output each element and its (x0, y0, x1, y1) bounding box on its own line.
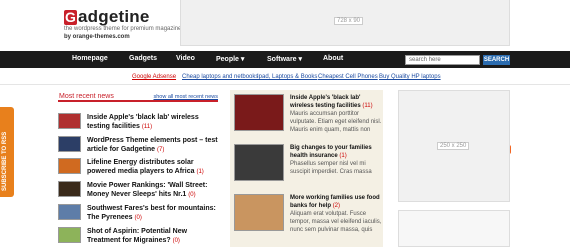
subnav-hp-laptops[interactable]: Buy Quality HP laptops (379, 74, 441, 80)
logo-letter: G (64, 9, 77, 25)
divider (0, 84, 570, 85)
comment-count: (7) (157, 147, 165, 153)
news-thumbnail[interactable] (58, 158, 81, 174)
rss-tab-label: SUBSCRIBE TO RSS (2, 131, 8, 191)
subscribe-rss-tab[interactable]: SUBSCRIBE TO RSS (0, 107, 14, 197)
featured-title[interactable]: Big changes to your families health insu… (290, 144, 382, 160)
news-thumbnail[interactable] (58, 227, 81, 243)
news-title-text: Lifeline Energy distributes solar powere… (87, 159, 195, 175)
news-thumbnail[interactable] (58, 136, 81, 152)
featured-excerpt: Phasellus semper nisl vel mi suscipit im… (290, 161, 372, 175)
featured-column: Inside Apple's 'black lab' wireless test… (230, 90, 383, 247)
comment-count: (0) (188, 192, 196, 198)
news-title-text: Southwest Fares's best for mountains: Th… (87, 205, 216, 221)
nav-software[interactable]: Software ▾ (267, 55, 302, 63)
secondary-nav: Google Adsense Cheap laptops and netbook… (0, 72, 570, 154)
news-title-text: WordPress Theme elements post – test art… (87, 137, 218, 153)
comment-count: (0) (172, 238, 180, 244)
news-title-1[interactable]: Inside Apple's 'black lab' wireless test… (87, 113, 219, 132)
nav-people[interactable]: People ▾ (216, 55, 244, 63)
nav-video[interactable]: Video (176, 55, 195, 62)
news-thumbnail[interactable] (58, 181, 81, 197)
sidebar-widget (398, 210, 510, 247)
news-thumbnail[interactable] (58, 204, 81, 220)
show-all-link[interactable]: show all most recent news (154, 94, 219, 100)
featured-thumbnail[interactable] (234, 144, 284, 181)
site-logo[interactable]: Gadgetine (64, 7, 150, 27)
subnav-cell-phones[interactable]: Cheapest Cell Phones (318, 74, 378, 80)
comment-count: (2) (332, 203, 341, 209)
logo-text: adgetine (78, 7, 150, 26)
site-header: Gadgetine the wordpress theme for premiu… (0, 0, 570, 50)
news-title-6[interactable]: Shot of Aspirin: Potential New Treatment… (87, 227, 219, 246)
featured-thumbnail[interactable] (234, 194, 284, 231)
sidebar-ad-size-label: 250 x 250 (437, 142, 470, 150)
comment-count: (0) (134, 215, 142, 221)
news-title-2[interactable]: WordPress Theme elements post – test art… (87, 136, 219, 155)
subnav-ipad-laptops[interactable]: Ipad, Laptops & Books (257, 74, 317, 80)
news-title-4[interactable]: Movie Power Rankings: 'Wall Street: Mone… (87, 181, 219, 200)
main-nav: Homepage Gadgets Video People ▾ Software… (0, 51, 570, 68)
header-banner-ad[interactable]: 728 x 90 (180, 0, 510, 46)
subnav-cheap-laptops[interactable]: Cheap laptops and netbooks (182, 74, 258, 80)
news-thumbnail[interactable] (58, 113, 81, 129)
banner-size-label: 728 x 90 (334, 17, 364, 25)
search-button[interactable]: SEARCH (483, 55, 510, 65)
news-title-5[interactable]: Southwest Fares's best for mountains: Th… (87, 204, 219, 223)
featured-thumbnail[interactable] (234, 94, 284, 131)
comment-count: (1) (339, 153, 347, 159)
nav-about[interactable]: About (323, 55, 343, 62)
comment-count: (11) (141, 124, 153, 130)
featured-title-text: Big changes to your families health insu… (290, 145, 372, 159)
site-byline: by orange-themes.com (64, 34, 130, 40)
featured-title-text: Inside Apple's 'black lab' wireless test… (290, 95, 361, 109)
comment-count: (1) (196, 169, 204, 175)
sidebar-ad[interactable]: 250 x 250 (398, 90, 510, 202)
search-input[interactable]: search here (405, 55, 480, 65)
recent-news-title: Most recent news (59, 93, 114, 100)
featured-excerpt: Aliquam erat volutpat. Fusce tempor, mas… (290, 211, 382, 233)
recent-news-header: Most recent news show all most recent ne… (58, 93, 218, 102)
site-tagline: the wordpress theme for premium magazine (64, 26, 182, 32)
news-title-3[interactable]: Lifeline Energy distributes solar powere… (87, 158, 219, 177)
nav-gadgets[interactable]: Gadgets (129, 55, 157, 62)
featured-excerpt: Mauris accumsan porttitor vulputate. Eti… (290, 111, 382, 133)
featured-title[interactable]: More working families use food banks for… (290, 194, 382, 210)
nav-homepage[interactable]: Homepage (72, 55, 108, 62)
subnav-google-adsense[interactable]: Google Adsense (132, 74, 176, 80)
featured-title[interactable]: Inside Apple's 'black lab' wireless test… (290, 94, 382, 110)
comment-count: (11) (362, 103, 373, 109)
